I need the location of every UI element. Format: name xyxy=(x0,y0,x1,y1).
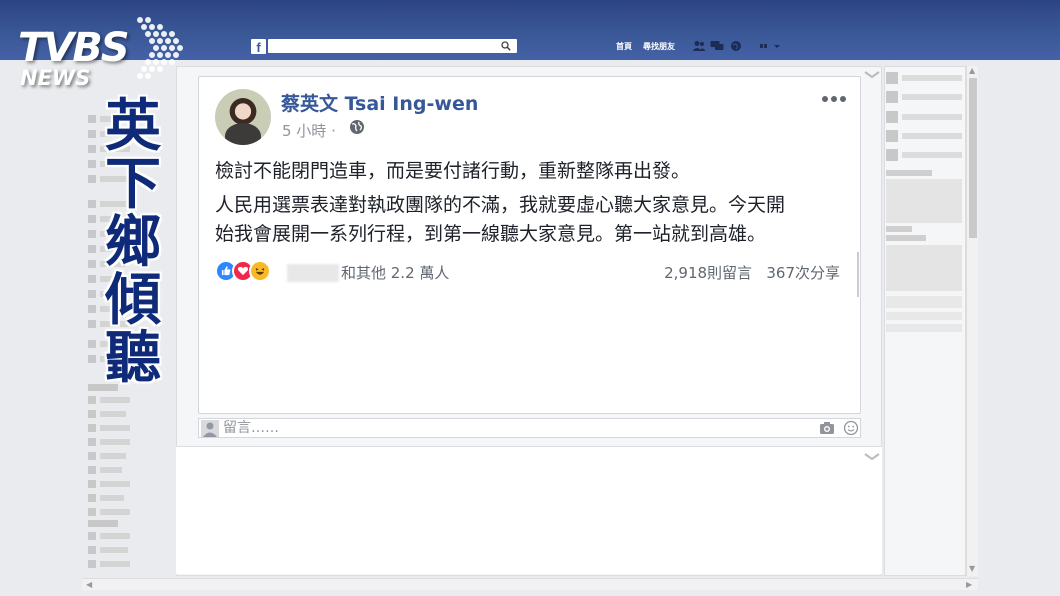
comment-share-counts[interactable]: 2,918則留言 367次分享 xyxy=(664,262,840,283)
right-sidebar-row[interactable] xyxy=(886,312,962,320)
right-sidebar-card[interactable] xyxy=(886,179,962,223)
right-sidebar-heading xyxy=(886,226,912,232)
reaction-count-text[interactable]: 和其他 2.2 萬人 xyxy=(341,262,449,283)
more-options-icon[interactable] xyxy=(821,94,847,104)
left-sidebar-item[interactable] xyxy=(88,480,132,488)
chevron-down-icon[interactable] xyxy=(864,453,880,461)
right-sidebar-card[interactable] xyxy=(886,245,962,291)
right-sidebar-heading xyxy=(886,170,932,176)
notifications-globe-icon[interactable] xyxy=(729,40,743,52)
left-sidebar-item[interactable] xyxy=(88,532,132,540)
search-input[interactable] xyxy=(268,39,517,53)
scroll-up-arrow-icon[interactable]: ▲ xyxy=(969,66,975,75)
account-menu-icon[interactable] xyxy=(758,40,782,52)
haha-reaction-icon xyxy=(249,260,271,282)
news-caption: 英下鄉傾聽 xyxy=(105,94,161,391)
horizontal-scrollbar[interactable]: ◀ ▶ xyxy=(82,578,978,590)
scroll-down-arrow-icon[interactable]: ▼ xyxy=(969,564,975,573)
left-sidebar-item[interactable] xyxy=(88,546,132,554)
nav-home-link[interactable]: 首頁 xyxy=(616,41,632,52)
right-sidebar-item[interactable] xyxy=(886,130,962,142)
left-sidebar-item[interactable] xyxy=(88,410,132,418)
emoji-icon[interactable] xyxy=(843,420,859,436)
left-sidebar-item[interactable] xyxy=(88,508,132,516)
friend-requests-icon[interactable] xyxy=(692,40,706,52)
left-sidebar-item[interactable] xyxy=(88,452,132,460)
author-name-link[interactable]: 蔡英文 Tsai Ing-wen xyxy=(281,89,478,116)
left-sidebar-item[interactable] xyxy=(88,560,132,568)
left-sidebar-item[interactable] xyxy=(88,424,132,432)
vertical-scrollbar[interactable]: ▲ ▼ xyxy=(966,66,978,576)
shares-count[interactable]: 367次分享 xyxy=(766,264,840,282)
next-feed-post xyxy=(176,446,882,574)
feed-post: 蔡英文 Tsai Ing-wen 5 小時 · 檢討不能閉門造車，而是要付諸行動… xyxy=(198,76,861,414)
user-avatar-icon xyxy=(201,420,219,437)
right-sidebar-row[interactable] xyxy=(886,324,962,332)
post-text-line: 人民用選票表達對執政團隊的不滿，我就要虛心聽大家意見。今天開 xyxy=(215,194,786,216)
author-avatar[interactable] xyxy=(215,89,271,145)
scroll-left-arrow-icon[interactable]: ◀ xyxy=(86,580,92,589)
comments-count[interactable]: 2,918則留言 xyxy=(664,264,752,282)
scroll-right-arrow-icon[interactable]: ▶ xyxy=(966,580,972,589)
left-sidebar-heading xyxy=(88,520,118,527)
tvbs-news-text: NEWS xyxy=(20,66,91,90)
chevron-down-icon[interactable] xyxy=(864,71,880,79)
nav-find-friends-link[interactable]: 尋找朋友 xyxy=(643,41,675,52)
post-scrollbar[interactable] xyxy=(857,252,859,297)
vertical-scrollbar-thumb[interactable] xyxy=(969,78,977,238)
blurred-user-name xyxy=(287,264,339,282)
left-sidebar-item[interactable] xyxy=(88,438,132,446)
post-text-line: 始我會展開一系列行程，到第一線聽大家意見。第一站就到高雄。 xyxy=(215,223,767,245)
search-icon[interactable] xyxy=(501,41,511,51)
post-text-line: 檢討不能閉門造車，而是要付諸行動，重新整隊再出發。 xyxy=(215,160,691,182)
tvbs-news-logo: TVBS NEWS xyxy=(18,17,183,98)
right-sidebar-item[interactable] xyxy=(886,91,962,103)
left-sidebar-item[interactable] xyxy=(88,494,132,502)
post-timestamp[interactable]: 5 小時 · xyxy=(282,120,336,141)
right-sidebar-item[interactable] xyxy=(886,149,962,161)
camera-icon[interactable] xyxy=(819,421,835,435)
right-sidebar-item[interactable] xyxy=(886,72,962,84)
right-sidebar-row[interactable] xyxy=(886,296,962,308)
facebook-logo[interactable]: f xyxy=(251,39,266,55)
right-sidebar-subheading xyxy=(886,235,926,241)
globe-icon xyxy=(350,120,364,134)
comment-composer xyxy=(198,418,861,438)
right-sidebar-item[interactable] xyxy=(886,111,962,123)
left-sidebar-item[interactable] xyxy=(88,396,132,404)
comment-input[interactable] xyxy=(223,420,783,436)
tvbs-logo-text: TVBS xyxy=(18,25,130,71)
messages-icon[interactable] xyxy=(710,40,724,52)
right-sidebar xyxy=(884,66,966,576)
left-sidebar-item[interactable] xyxy=(88,466,132,474)
